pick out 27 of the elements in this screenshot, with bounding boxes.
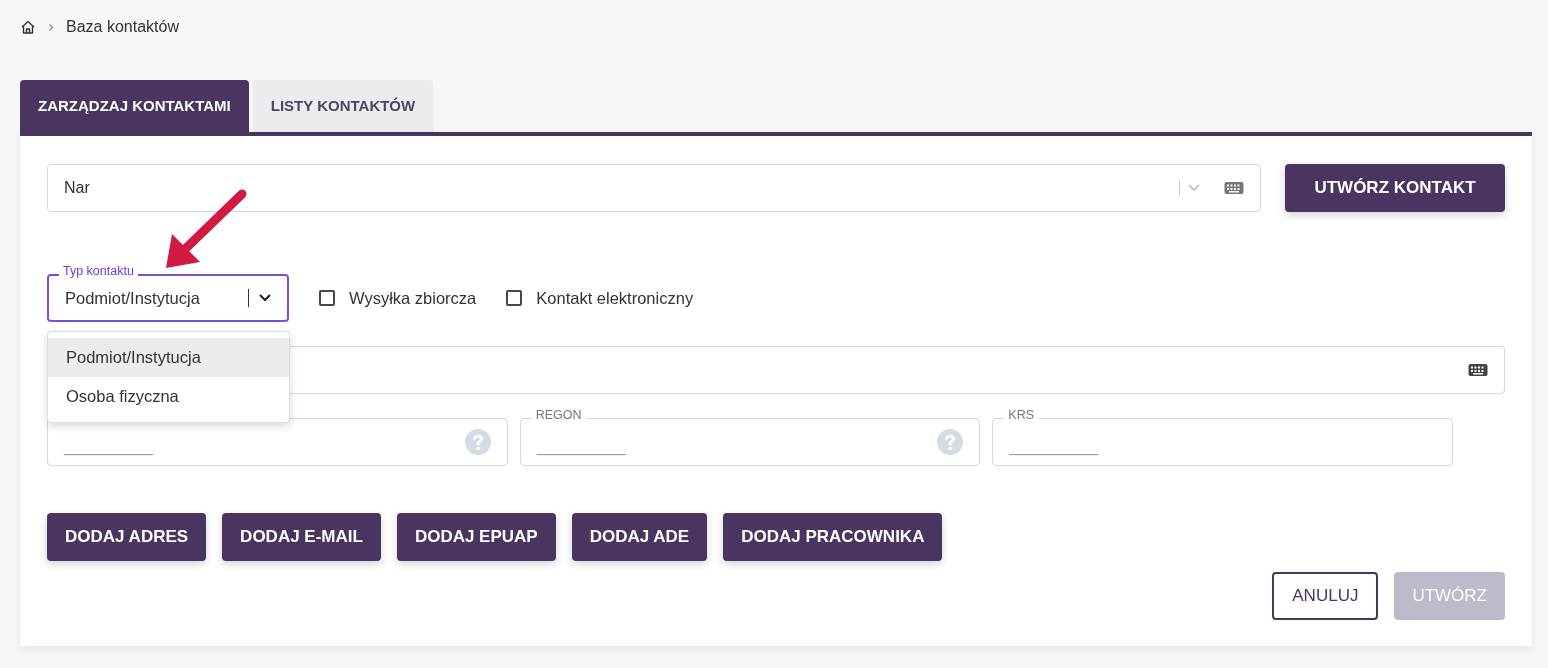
- field-label: Typ kontaktu: [59, 265, 138, 278]
- add-button[interactable]: DODAJ E-MAIL: [222, 513, 381, 561]
- cancel-button[interactable]: ANULUJ: [1272, 572, 1379, 620]
- chevron-icon: [48, 22, 54, 32]
- create-contact-button[interactable]: UTWÓRZ KONTAKT: [1285, 164, 1505, 212]
- dropdown-option[interactable]: Podmiot/Instytucja: [48, 338, 289, 377]
- checkbox[interactable]: [506, 290, 523, 306]
- search-field[interactable]: Nar: [47, 164, 1261, 212]
- home-icon[interactable]: [20, 19, 36, 35]
- dropdown-option[interactable]: Osoba fizyczna: [48, 377, 289, 416]
- select-value: Podmiot/Instytucja: [65, 287, 201, 309]
- keyboard-icon[interactable]: [1468, 363, 1488, 377]
- add-button[interactable]: DODAJ ADRES: [47, 513, 207, 561]
- tab[interactable]: ZARZĄDZAJ KONTAKTAMI: [20, 80, 249, 132]
- tab[interactable]: LISTY KONTAKTÓW: [252, 80, 434, 132]
- field-label: REGON: [531, 409, 586, 422]
- checkbox-label: Kontakt elektroniczny: [536, 287, 694, 309]
- chevron-down-icon: [259, 294, 271, 302]
- add-button[interactable]: DODAJ EPUAP: [396, 513, 556, 561]
- checkbox-label: Wysyłka zbiorcza: [349, 287, 477, 309]
- breadcrumb-current: Baza kontaktów: [66, 17, 179, 37]
- add-button[interactable]: DODAJ PRACOWNIKA: [723, 513, 943, 561]
- chevron-down-icon: [1188, 184, 1200, 192]
- checkbox[interactable]: [319, 290, 335, 306]
- field-label: KRS: [1004, 409, 1039, 422]
- keyboard-icon[interactable]: [1224, 181, 1244, 195]
- add-button[interactable]: DODAJ ADE: [571, 513, 708, 561]
